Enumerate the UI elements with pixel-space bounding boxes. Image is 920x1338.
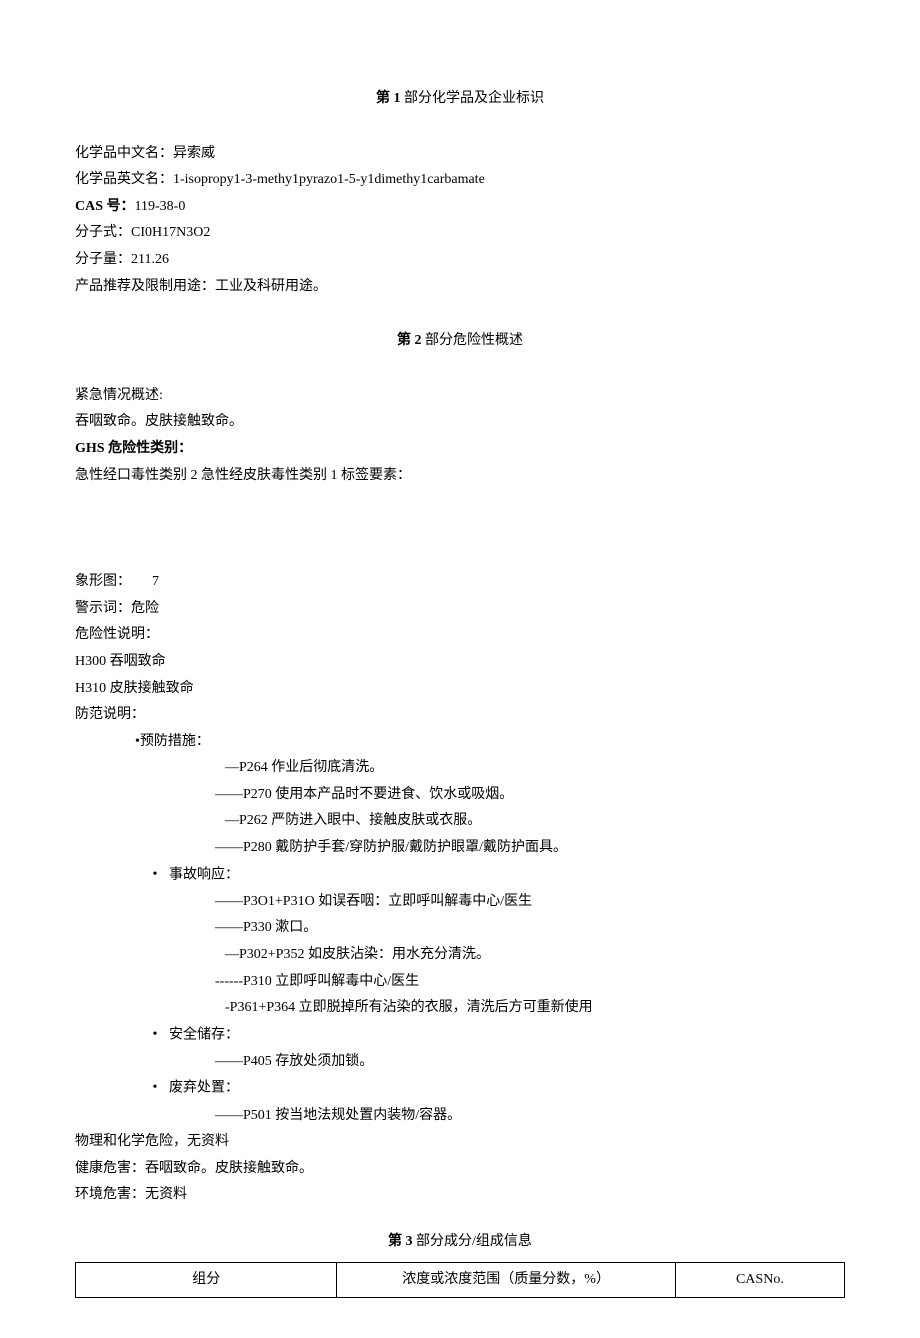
ghs-label: GHS 危险性类别： [75,436,845,463]
prevention-header: 预防措施： [140,734,210,749]
use-value: 工业及科研用途。 [215,279,327,294]
mw-value: 211.26 [131,252,169,267]
name-cn: 异索威 [173,146,215,161]
formula-value: CI0H17N3O2 [131,225,210,240]
signal-label: 警示词： [75,601,131,616]
p264: —P264 作业后彻底清洗。 [75,755,845,782]
section-3-num: 第 3 [388,1234,416,1249]
section-3-text: 部分成分/组成信息 [416,1234,532,1249]
mw-label: 分子量： [75,252,131,267]
pictogram-value: 7 [152,574,159,589]
p501: ——P501 按当地法规处置内装物/容器。 [75,1103,845,1130]
bullet-dot-icon: • [141,1022,169,1049]
p302: —P302+P352 如皮肤沾染：用水充分清洗。 [75,942,845,969]
bullet-dot-icon: • [141,862,169,889]
env-label: 环境危害： [75,1187,145,1202]
ghs-text: 急性经口毒性类别 2 急性经皮肤毒性类别 1 标签要素： [75,463,845,490]
p270: ——P270 使用本产品时不要进食、饮水或吸烟。 [75,782,845,809]
name-en: 1-isopropy1-3-methy1pyrazo1-5-y1dimethy1… [173,172,485,187]
disposal-header: 废弃处置： [169,1081,239,1096]
section-2-text: 部分危险性概述 [425,333,523,348]
section-3-title: 第 3 部分成分/组成信息 [75,1229,845,1256]
formula-label: 分子式： [75,225,131,240]
h300: H300 吞咽致命 [75,649,845,676]
cas-label: CAS 号： [75,199,135,214]
section-1-text: 部分化学品及企业标识 [404,91,544,106]
health-value: 吞咽致命。皮肤接触致命。 [145,1161,313,1176]
section-1-title: 第 1 部分化学品及企业标识 [75,86,845,113]
p262: —P262 严防进入眼中、接触皮肤或衣服。 [75,808,845,835]
health-label: 健康危害： [75,1161,145,1176]
section-2-body: 紧急情况概述: 吞咽致命。皮肤接触致命。 GHS 危险性类别： 急性经口毒性类别… [75,383,845,1209]
p330: ——P330 漱口。 [75,915,845,942]
pictogram-label: 象形图： [75,574,131,589]
precaution-label: 防范说明： [75,702,845,729]
table-row: 组分 浓度或浓度范围（质量分数，%） CASNo. [76,1262,845,1298]
p361: -P361+P364 立即脱掉所有沾染的衣服，清洗后方可重新使用 [75,995,845,1022]
emergency-label: 紧急情况概述: [75,383,845,410]
emergency-text: 吞咽致命。皮肤接触致命。 [75,409,845,436]
response-header: 事故响应： [169,867,239,882]
phys-chem: 物理和化学危险，无资料 [75,1129,845,1156]
p301: ——P3O1+P31O 如误吞咽：立即呼叫解毒中心/医生 [75,889,845,916]
section-1-body: 化学品中文名：异索威 化学品英文名：1-isopropy1-3-methy1py… [75,141,845,301]
signal-value: 危险 [131,601,159,616]
p280: ——P280 戴防护手套/穿防护服/戴防护眼罩/戴防护面具。 [75,835,845,862]
name-cn-label: 化学品中文名： [75,146,173,161]
use-label: 产品推荐及限制用途： [75,279,215,294]
col-component: 组分 [76,1262,337,1298]
env-value: 无资料 [145,1187,187,1202]
name-en-label: 化学品英文名： [75,172,173,187]
section-2-num: 第 2 [397,333,425,348]
bullet-dot-icon: • [141,1075,169,1102]
cas-value: 119-38-0 [135,199,186,214]
section-2-title: 第 2 部分危险性概述 [75,328,845,355]
col-concentration: 浓度或浓度范围（质量分数，%） [337,1262,675,1298]
hazard-stat-label: 危险性说明： [75,622,845,649]
p405: ——P405 存放处须加锁。 [75,1049,845,1076]
composition-table: 组分 浓度或浓度范围（质量分数，%） CASNo. [75,1262,845,1299]
h310: H310 皮肤接触致命 [75,676,845,703]
col-cas: CASNo. [675,1262,844,1298]
p310: ------P310 立即呼叫解毒中心/医生 [75,969,845,996]
storage-header: 安全储存： [169,1027,239,1042]
section-1-num: 第 1 [376,91,404,106]
